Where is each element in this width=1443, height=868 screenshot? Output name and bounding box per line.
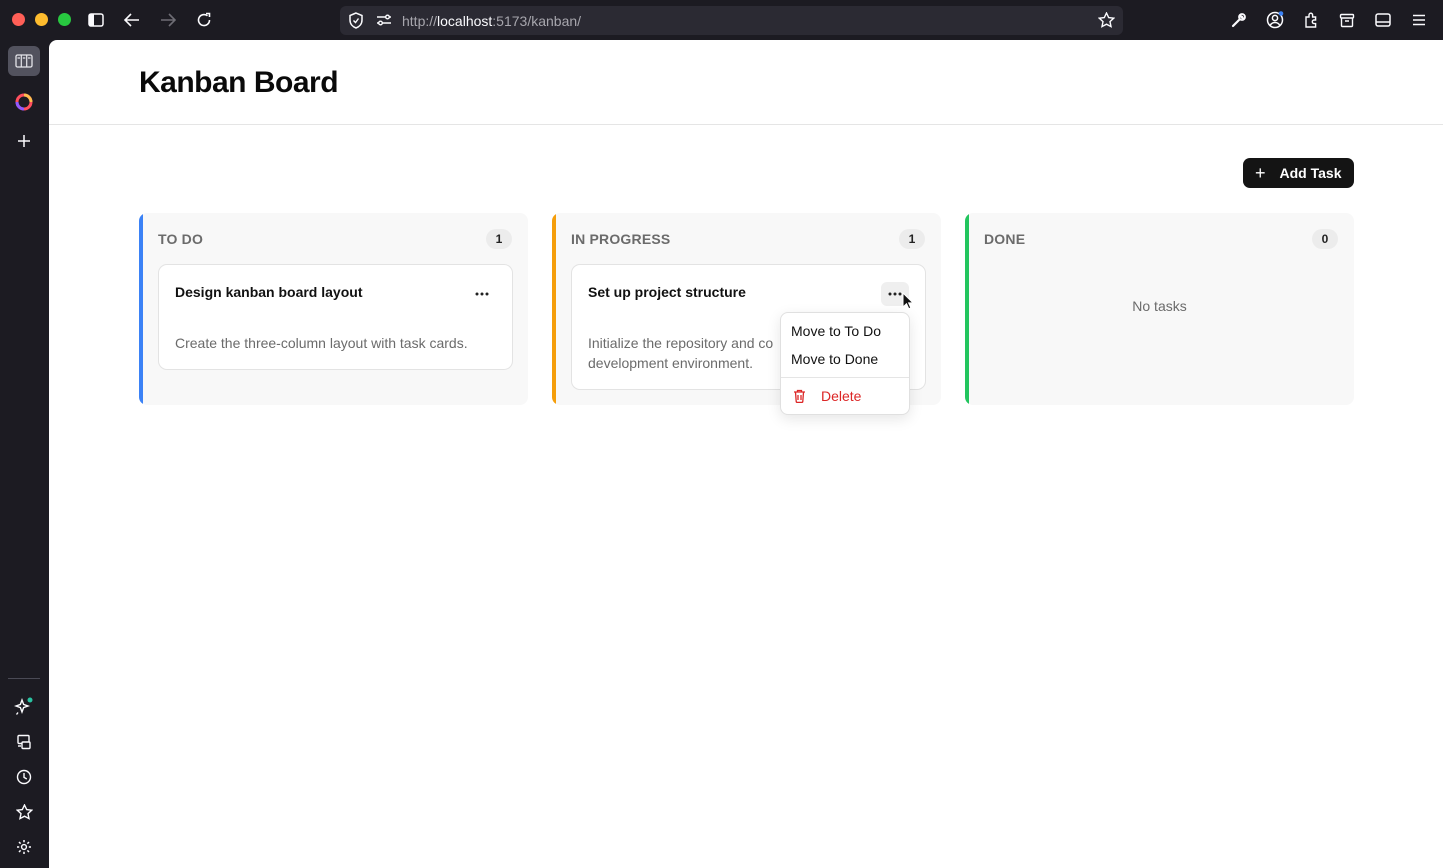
bookmark-star-icon[interactable]	[1096, 10, 1116, 30]
firefox-account-icon[interactable]	[12, 90, 36, 114]
task-description: Create the three-column layout with task…	[175, 335, 468, 351]
column-todo: TO DO 1 Design kanban board layout Creat…	[139, 213, 528, 405]
ai-sparkle-icon[interactable]	[12, 695, 36, 719]
column-title: IN PROGRESS	[571, 231, 671, 247]
maximize-window-button[interactable]	[58, 13, 71, 26]
task-title: Design kanban board layout	[175, 284, 363, 300]
sidebar-divider	[8, 678, 40, 679]
page-header: Kanban Board	[49, 40, 1443, 125]
add-icon[interactable]	[12, 129, 36, 153]
browser-toolbar: http://localhost:5173/kanban/	[0, 0, 1443, 40]
column-count-badge: 0	[1312, 229, 1338, 249]
back-icon[interactable]	[122, 10, 142, 30]
page-title: Kanban Board	[139, 66, 339, 99]
column-count-badge: 1	[486, 229, 512, 249]
task-actions-menu: Move to To Do Move to Done Delete	[780, 312, 910, 415]
minimize-window-button[interactable]	[35, 13, 48, 26]
bookmarks-icon[interactable]	[12, 800, 36, 824]
menu-divider	[781, 377, 909, 378]
menu-icon[interactable]	[1409, 10, 1429, 30]
panel-icon[interactable]	[1373, 10, 1393, 30]
browser-sidebar	[0, 40, 49, 868]
permissions-icon[interactable]	[374, 10, 394, 30]
extensions-icon[interactable]	[1301, 10, 1321, 30]
task-title: Set up project structure	[588, 284, 746, 300]
sidebar-toggle-icon[interactable]	[86, 10, 106, 30]
add-task-button[interactable]: + Add Task	[1243, 158, 1354, 188]
column-count-badge: 1	[899, 229, 925, 249]
more-horizontal-icon	[888, 292, 902, 296]
url-text[interactable]: http://localhost:5173/kanban/	[402, 13, 581, 29]
wrench-icon[interactable]	[1229, 10, 1249, 30]
shield-icon[interactable]	[346, 10, 366, 30]
add-task-label: Add Task	[1279, 165, 1342, 181]
column-title: TO DO	[158, 231, 204, 247]
task-description-line: development environment.	[588, 355, 753, 371]
task-card[interactable]: Design kanban board layout Create the th…	[158, 264, 513, 370]
task-menu-button[interactable]	[468, 282, 496, 306]
empty-state-text: No tasks	[1132, 298, 1187, 314]
column-done: DONE 0 No tasks	[965, 213, 1354, 405]
kanban-page: Kanban Board + Add Task TO DO 1 Design k…	[49, 40, 1443, 868]
address-bar[interactable]: http://localhost:5173/kanban/	[340, 6, 1123, 35]
mouse-cursor-icon	[902, 291, 915, 315]
trash-icon	[793, 389, 806, 408]
account-icon[interactable]	[1265, 10, 1285, 30]
close-window-button[interactable]	[12, 13, 25, 26]
history-icon[interactable]	[12, 765, 36, 789]
tab-kanban-icon[interactable]	[8, 46, 40, 76]
container-icon[interactable]	[1337, 10, 1357, 30]
menu-item-move-to-done[interactable]: Move to Done	[791, 351, 878, 367]
task-description-line: Initialize the repository and co	[588, 335, 774, 351]
reload-icon[interactable]	[194, 10, 214, 30]
plus-icon: +	[1255, 163, 1266, 183]
settings-gear-icon[interactable]	[12, 835, 36, 859]
forward-icon[interactable]	[158, 10, 178, 30]
menu-item-move-to-todo[interactable]: Move to To Do	[791, 323, 881, 339]
menu-item-delete[interactable]: Delete	[821, 388, 861, 404]
synced-tabs-icon[interactable]	[12, 730, 36, 754]
column-title: DONE	[984, 231, 1026, 247]
more-horizontal-icon	[475, 292, 489, 296]
